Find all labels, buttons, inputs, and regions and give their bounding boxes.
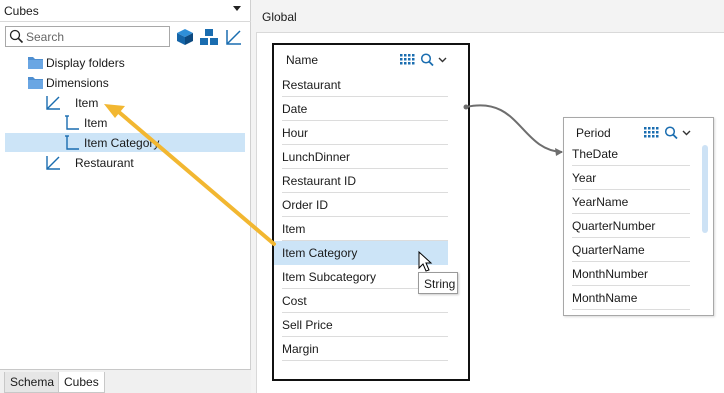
level-icon <box>65 115 79 130</box>
cubes-panel: Cubes Search Display folders Dimensions … <box>0 0 251 393</box>
tree-label: Item Category <box>84 136 160 150</box>
cube-icon[interactable] <box>175 27 195 47</box>
field-label: QuarterNumber <box>572 219 656 233</box>
chevron-down-icon[interactable] <box>682 130 691 136</box>
table-title: Period <box>576 126 611 140</box>
search-icon[interactable] <box>664 126 678 140</box>
field-label: QuarterName <box>572 243 645 257</box>
panel-tabs: Schema Cubes <box>0 369 251 393</box>
type-tooltip: String <box>418 272 458 294</box>
tree-item-item-level[interactable]: Item <box>0 113 251 132</box>
field-label: Margin <box>282 342 319 356</box>
field-label: MonthNumber <box>572 267 649 281</box>
field-divider <box>572 309 690 310</box>
tree-label: Dimensions <box>46 76 109 90</box>
table-card-main[interactable]: Name Restaurant Date Hour LunchDinner Restau… <box>272 43 470 381</box>
field-label: Hour <box>282 126 309 140</box>
tree-item-dimensions[interactable]: Dimensions <box>0 73 251 92</box>
table-header-icons <box>644 126 691 140</box>
app-window: Cubes Search Display folders Dimensions … <box>0 0 724 393</box>
field-row[interactable]: MonthNumber <box>572 262 690 286</box>
tree-item-item-category[interactable]: Item Category <box>5 133 245 152</box>
hierarchy-icon <box>46 96 60 110</box>
field-row[interactable]: Margin <box>282 337 448 361</box>
chevron-down-icon[interactable] <box>438 57 447 63</box>
field-row[interactable]: MonthName <box>572 286 690 310</box>
folder-icon <box>28 77 43 89</box>
table-card-period[interactable]: Period TheDate Year YearName QuarterNumber Q… <box>563 117 714 316</box>
tree-label: Display folders <box>46 56 125 70</box>
field-row[interactable]: Hour <box>282 121 448 145</box>
field-row[interactable]: Restaurant ID <box>282 169 448 193</box>
diagram-header: Global <box>252 0 724 32</box>
field-row[interactable]: Order ID <box>282 193 448 217</box>
tree-item-restaurant[interactable]: Restaurant <box>0 153 251 172</box>
field-row[interactable]: Item Category <box>274 241 448 265</box>
field-row[interactable]: Date <box>282 97 448 121</box>
field-row[interactable]: Item <box>282 217 448 241</box>
search-field[interactable] <box>5 26 170 47</box>
field-label: Restaurant <box>282 78 341 92</box>
field-label: Restaurant ID <box>282 174 357 188</box>
tree-item-display-folders[interactable]: Display folders <box>0 53 251 72</box>
dimension-cubes-icon[interactable] <box>199 27 219 47</box>
table-title: Name <box>286 53 319 67</box>
field-label: TheDate <box>572 147 619 161</box>
tree-label: Restaurant <box>75 156 134 170</box>
field-row[interactable]: Sell Price <box>282 313 448 337</box>
field-divider <box>282 360 448 361</box>
tree-label: Item <box>84 116 108 130</box>
field-label: LunchDinner <box>282 150 351 164</box>
field-row[interactable]: Year <box>572 166 690 190</box>
panel-dropdown-icon[interactable] <box>233 6 241 11</box>
field-label: Item <box>282 222 306 236</box>
table-header: Name <box>274 45 468 73</box>
level-icon <box>65 135 79 150</box>
field-row[interactable]: QuarterName <box>572 238 690 262</box>
tree-label: Item <box>75 96 99 110</box>
tree-item-item-hierarchy[interactable]: Item <box>0 93 251 112</box>
field-label: Order ID <box>282 198 329 212</box>
hierarchy-icon <box>46 156 60 170</box>
field-label: YearName <box>572 195 629 209</box>
field-label: MonthName <box>572 291 638 305</box>
table-header-icons <box>400 53 447 67</box>
field-label: Sell Price <box>282 318 333 332</box>
field-row[interactable]: Restaurant <box>282 73 448 97</box>
hierarchy-icon[interactable] <box>224 27 244 47</box>
search-icon[interactable] <box>420 53 434 67</box>
field-row[interactable]: YearName <box>572 190 690 214</box>
tab-cubes[interactable]: Cubes <box>58 372 105 393</box>
field-label: Item Subcategory <box>282 270 377 284</box>
field-label: Cost <box>282 294 307 308</box>
field-row[interactable]: LunchDinner <box>282 145 448 169</box>
field-row[interactable]: TheDate <box>572 142 690 166</box>
search-icon <box>9 29 24 44</box>
grid-icon[interactable] <box>644 127 659 138</box>
field-label: Date <box>282 102 308 116</box>
panel-title: Cubes <box>4 4 39 18</box>
tab-schema[interactable]: Schema <box>4 372 61 393</box>
search-input[interactable] <box>26 29 166 44</box>
field-row[interactable]: QuarterNumber <box>572 214 690 238</box>
period-scrollbar[interactable] <box>702 145 708 233</box>
grid-icon[interactable] <box>400 54 415 65</box>
field-label: Item Category <box>282 246 358 260</box>
folder-icon <box>28 57 43 69</box>
diagram-title: Global <box>262 10 297 24</box>
panel-header: Cubes <box>0 0 251 22</box>
field-label: Year <box>572 171 597 185</box>
